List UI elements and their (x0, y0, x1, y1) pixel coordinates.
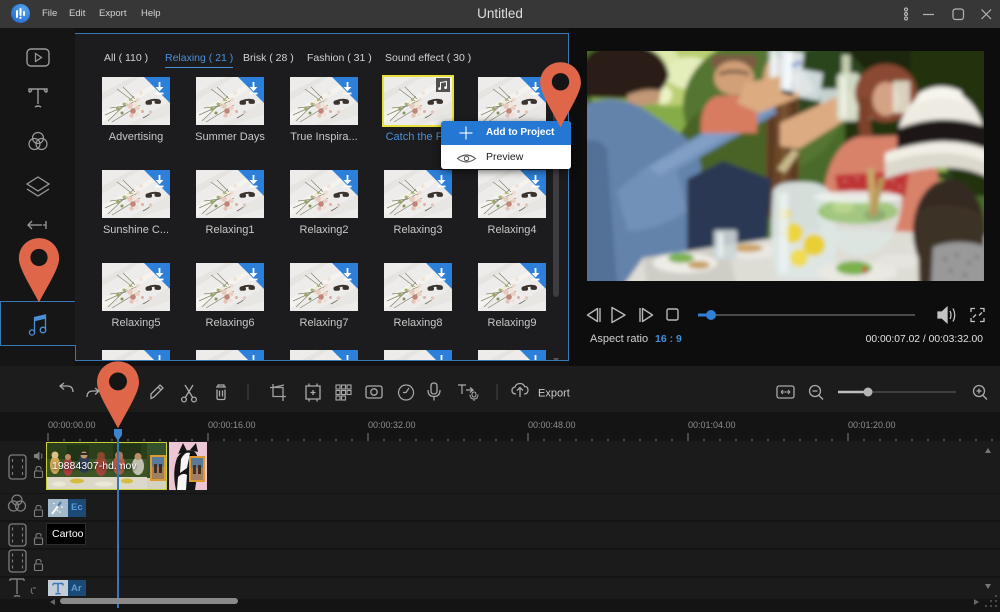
svg-text:00:00:07.02 / 00:03:32.00: 00:00:07.02 / 00:03:32.00 (866, 334, 984, 345)
svg-text:16 : 9: 16 : 9 (655, 333, 682, 345)
svg-text:Export: Export (538, 388, 570, 400)
svg-text:Aspect ratio: Aspect ratio (590, 333, 648, 345)
